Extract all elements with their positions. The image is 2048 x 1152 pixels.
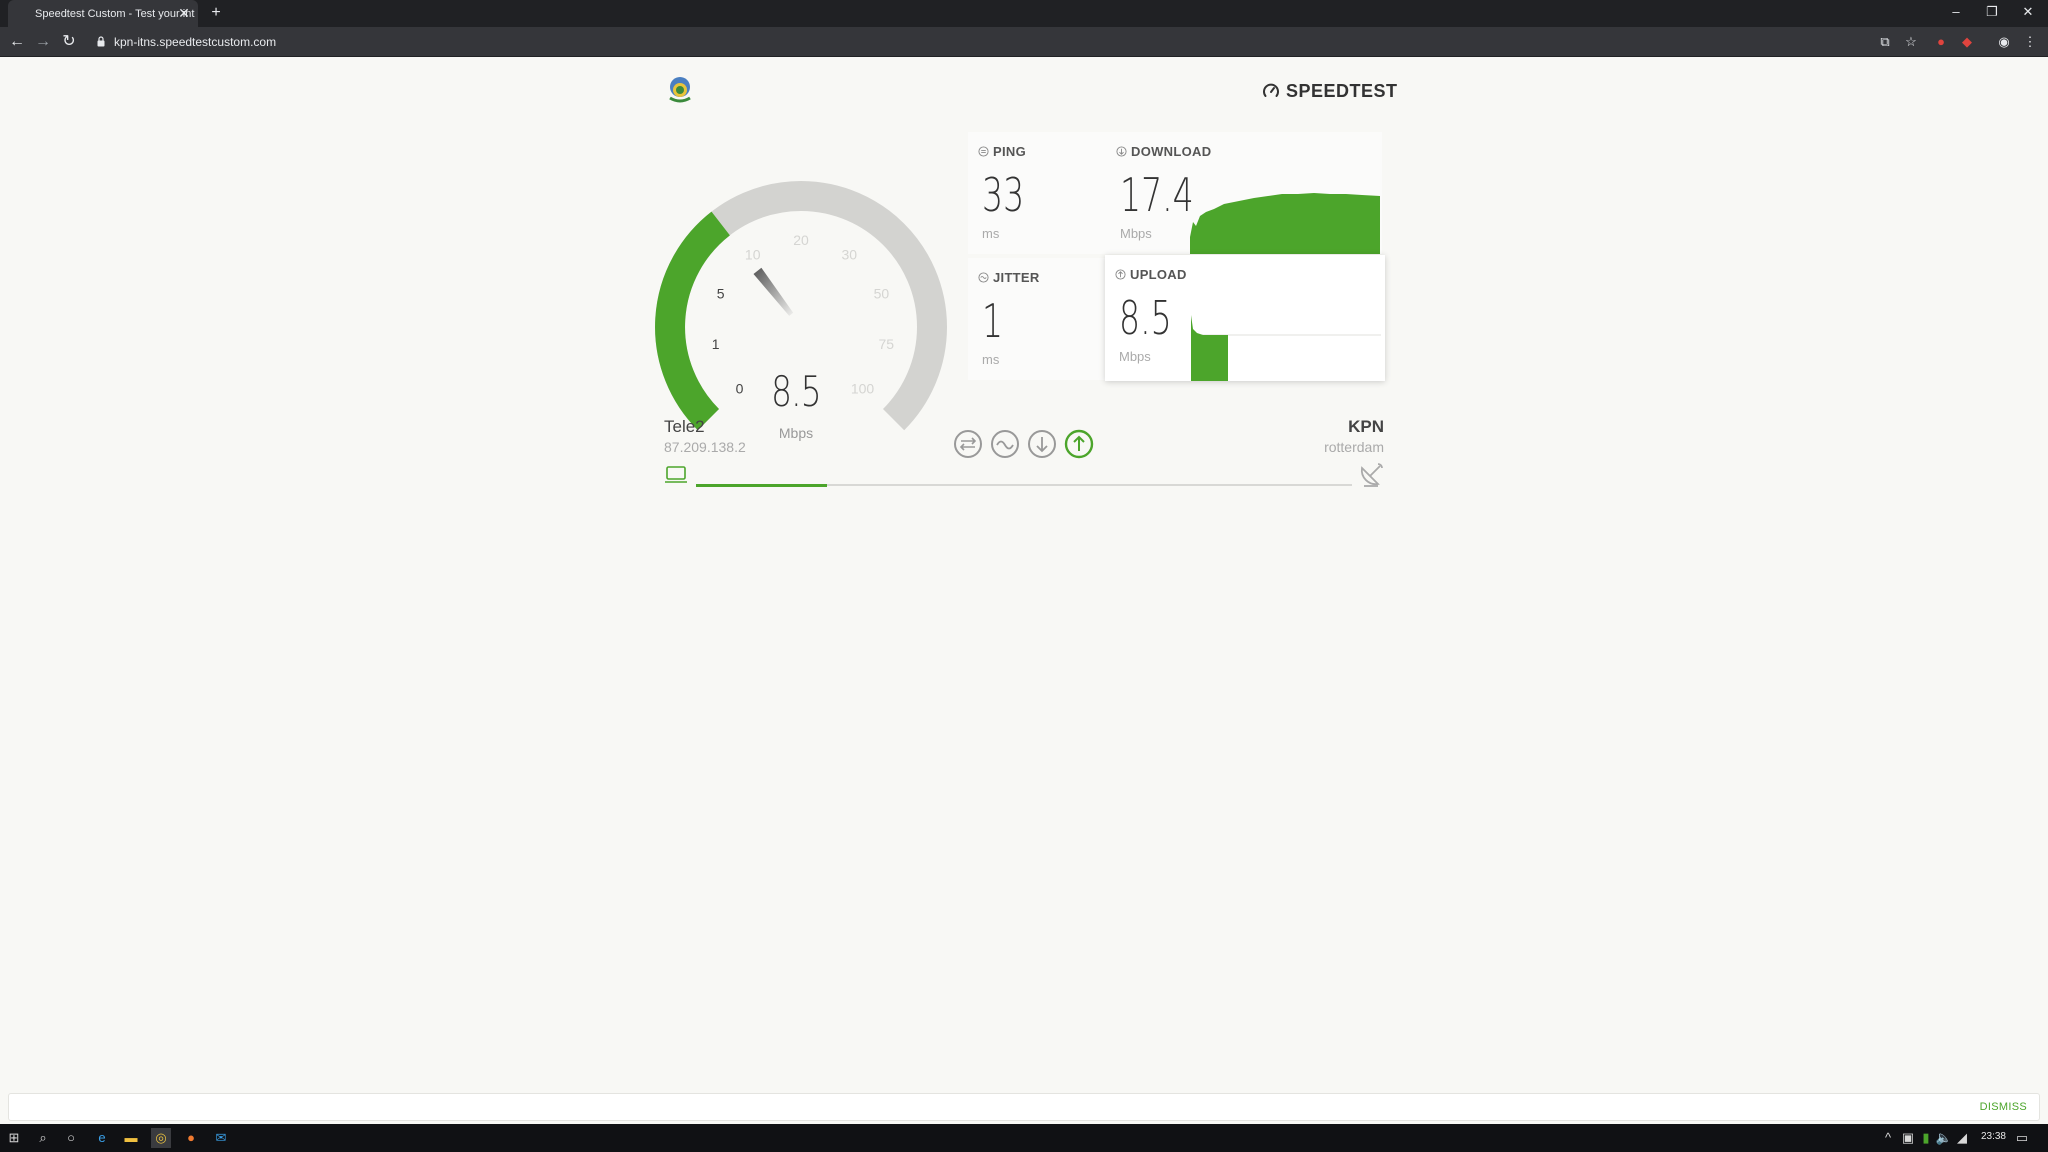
- address-bar[interactable]: kpn-itns.speedtestcustom.com: [92, 31, 1892, 53]
- jitter-card: JITTER 1 ms: [968, 258, 1106, 380]
- upload-graph-area: [1191, 315, 1228, 381]
- tray-battery-icon[interactable]: ▮: [1916, 1128, 1936, 1148]
- jitter-stage-icon: [991, 430, 1019, 458]
- search-icon[interactable]: ⌕: [33, 1128, 53, 1148]
- notification-center-icon[interactable]: ▭: [2012, 1128, 2032, 1148]
- ping-stage-icon: [954, 430, 982, 458]
- download-graph-area: [1190, 193, 1380, 254]
- firefox-icon[interactable]: ●: [181, 1128, 201, 1148]
- upload-graph: [1191, 315, 1381, 381]
- mail-icon[interactable]: ✉: [211, 1128, 231, 1148]
- ping-card: PING 33 ms: [968, 132, 1106, 254]
- kpn-logo-icon: [669, 77, 691, 103]
- windows-start-icon[interactable]: ⊞: [4, 1128, 24, 1148]
- edge-icon[interactable]: e: [92, 1128, 112, 1148]
- client-info: Tele2 87.209.138.2: [664, 417, 746, 455]
- server-info[interactable]: KPN rotterdam: [1250, 417, 1384, 455]
- test-progress-fill: [696, 484, 828, 487]
- chrome-icon[interactable]: ◎: [151, 1128, 171, 1148]
- tray-network-icon[interactable]: ◢: [1952, 1128, 1972, 1148]
- jitter-unit: ms: [982, 352, 1000, 367]
- back-icon[interactable]: ←: [6, 31, 28, 53]
- ping-icon: [978, 146, 989, 157]
- profile-avatar-icon[interactable]: ◉: [1995, 33, 2013, 51]
- file-explorer-icon[interactable]: ▬: [121, 1128, 141, 1148]
- speed-gauge: 0 1 5 10 20 30 50 75 100 8.5 Mbps: [646, 117, 956, 457]
- restore-button[interactable]: ❐: [1974, 0, 2010, 27]
- upload-value: 8.5: [1119, 291, 1172, 345]
- download-unit: Mbps: [1120, 226, 1152, 241]
- gauge-speed-value: 8.5: [771, 367, 822, 416]
- speedometer-icon: [1263, 83, 1279, 97]
- bookmark-star-icon[interactable]: ☆: [1902, 33, 1920, 51]
- jitter-icon: [978, 272, 989, 283]
- client-ip-address: 87.209.138.2: [664, 439, 746, 455]
- gauge-tick-label: 30: [842, 247, 858, 263]
- gauge-tick-label: 50: [874, 286, 890, 302]
- test-progress-track: [696, 484, 1352, 487]
- translate-icon[interactable]: ⧉: [1876, 33, 1894, 51]
- tray-app-icon[interactable]: ▣: [1898, 1128, 1918, 1148]
- gauge-tick-label: 10: [745, 247, 761, 263]
- jitter-label: JITTER: [978, 270, 1040, 285]
- cortana-icon[interactable]: ○: [61, 1128, 81, 1148]
- tray-volume-icon[interactable]: 🔈: [1934, 1128, 1954, 1148]
- url-text: kpn-itns.speedtestcustom.com: [114, 35, 277, 49]
- tab-close-icon[interactable]: ✕: [176, 5, 192, 21]
- tab-title: Speedtest Custom - Test your int: [35, 7, 195, 20]
- jitter-value: 1: [982, 294, 1004, 348]
- upload-unit: Mbps: [1119, 349, 1151, 364]
- gauge-tick-label: 1: [712, 336, 720, 352]
- download-graph: [1190, 193, 1380, 254]
- download-label: DOWNLOAD: [1116, 144, 1211, 159]
- extension-icon[interactable]: ◆: [1958, 33, 1976, 51]
- gauge-tick-label: 75: [879, 336, 895, 352]
- upload-card: UPLOAD 8.5 Mbps: [1105, 255, 1385, 381]
- download-stage-icon: [1028, 430, 1056, 458]
- ping-value: 33: [982, 168, 1025, 222]
- gauge-tick-label: 20: [793, 232, 809, 248]
- laptop-icon: [665, 466, 687, 483]
- download-icon: [1116, 146, 1127, 157]
- new-tab-button[interactable]: +: [206, 3, 226, 23]
- browser-menu-icon[interactable]: ⋮: [2021, 33, 2039, 51]
- test-stage-indicators: [954, 429, 1094, 459]
- server-location: rotterdam: [1324, 439, 1384, 455]
- reload-icon[interactable]: ↻: [58, 31, 80, 53]
- tray-chevron-icon[interactable]: ^: [1878, 1128, 1898, 1148]
- server-name: KPN: [1348, 417, 1384, 436]
- windows-taskbar: ⊞ ⌕ ○ e ▬ ◎ ● ✉ ^ ▣ ▮ 🔈 ◢ 23:38 ▭: [0, 1124, 2048, 1152]
- client-isp-name: Tele2: [664, 417, 705, 436]
- download-card: DOWNLOAD 17.4 Mbps: [1106, 132, 1382, 254]
- ping-unit: ms: [982, 226, 1000, 241]
- browser-tab[interactable]: Speedtest Custom - Test your int ✕: [8, 0, 198, 27]
- browser-toolbar: ← → ↻ kpn-itns.speedtestcustom.com ⧉ ☆ ●…: [0, 27, 2048, 57]
- browser-tab-bar: Speedtest Custom - Test your int ✕ + – ❐…: [0, 0, 2048, 27]
- gauge-needle: [753, 267, 794, 316]
- speedtest-page: SPEEDTEST 0 1 5 10 20 30 50 75 100 8.5 Mbps PING: [0, 57, 2048, 1124]
- upload-stage-icon: [1064, 429, 1094, 459]
- satellite-dish-icon: [1360, 463, 1383, 487]
- extension-shield-icon[interactable]: ●: [1932, 33, 1950, 51]
- lock-icon: [97, 36, 105, 47]
- taskbar-clock[interactable]: 23:38: [1981, 1131, 2006, 1142]
- upload-label: UPLOAD: [1115, 267, 1187, 282]
- gauge-tick-label: 5: [717, 286, 725, 302]
- speedtest-brand: SPEEDTEST: [1262, 79, 1398, 103]
- upload-icon: [1115, 269, 1126, 280]
- forward-icon[interactable]: →: [32, 31, 54, 53]
- minimize-button[interactable]: –: [1938, 0, 1974, 27]
- ping-label: PING: [978, 144, 1026, 159]
- close-window-button[interactable]: ✕: [2010, 0, 2046, 27]
- brand-label: SPEEDTEST: [1286, 80, 1398, 101]
- dismiss-button[interactable]: DISMISS: [1980, 1101, 2027, 1113]
- notice-bar: DISMISS: [8, 1093, 2040, 1121]
- download-value: 17.4: [1120, 168, 1194, 222]
